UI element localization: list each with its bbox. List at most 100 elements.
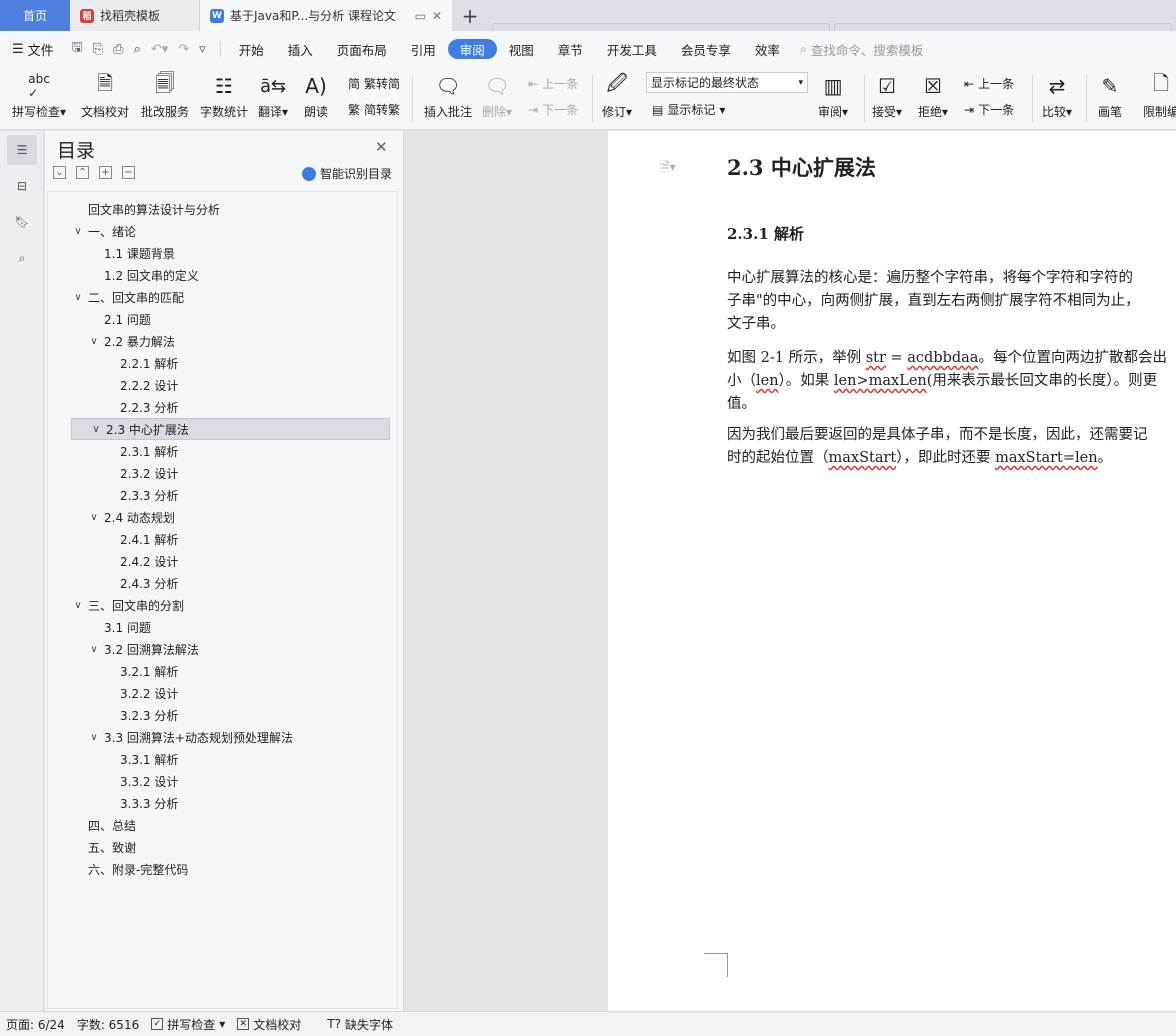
menu-section[interactable]: 章节	[546, 39, 595, 59]
page-icon[interactable]: 🗎▾	[660, 158, 676, 179]
toc-item[interactable]: 回文串的算法设计与分析	[70, 198, 390, 220]
menu-efficiency[interactable]: 效率	[743, 39, 792, 59]
close-tab-icon[interactable]: ✕	[432, 9, 442, 23]
toc-item[interactable]: ∨ 3.3 回溯算法+动态规划预处理解法	[70, 726, 390, 748]
prev-comment-button[interactable]: ⇤ 上一条	[528, 75, 578, 92]
read-aloud-button[interactable]: A) 朗读	[304, 71, 328, 120]
compare-button[interactable]: ⇄ 比较▾	[1042, 71, 1072, 120]
toc-item[interactable]: 四、总结	[70, 814, 390, 836]
translate-button[interactable]: ā⇆ 翻译▾	[258, 71, 288, 120]
menu-view[interactable]: 视图	[497, 39, 546, 59]
toc-item[interactable]: 3.2.2 设计	[70, 682, 390, 704]
doc-proof-button[interactable]: 🗎 文档校对	[81, 71, 129, 120]
toc-item[interactable]: ∨ 2.2 暴力解法	[70, 330, 390, 352]
toc-item[interactable]: 3.3.2 设计	[70, 770, 390, 792]
menu-page-layout[interactable]: 页面布局	[325, 39, 399, 59]
pen-button[interactable]: ✎ 画笔	[1098, 71, 1122, 120]
toc-item[interactable]: ∨ 2.3 中心扩展法	[71, 418, 390, 440]
toc-item[interactable]: 2.2.3 分析	[70, 396, 390, 418]
toc-item[interactable]: 五、致谢	[70, 836, 390, 858]
review-pane-button[interactable]: ▥ 审阅▾	[818, 71, 848, 120]
toc-item[interactable]: 2.3.1 解析	[70, 440, 390, 462]
simp-to-trad-button[interactable]: 繁 简转繁	[348, 101, 400, 118]
chevron-down-icon[interactable]: ∨	[70, 292, 86, 303]
print-preview-icon[interactable]: ⌕	[134, 42, 141, 57]
chevron-down-icon[interactable]: ∨	[70, 600, 86, 611]
tab-home[interactable]: 首页	[0, 0, 70, 31]
print-icon[interactable]: ⎙	[113, 42, 123, 57]
correction-service-button[interactable]: 🗐 批改服务	[141, 71, 189, 120]
chevron-down-icon[interactable]: ∨	[70, 226, 86, 237]
toc-item[interactable]: 六、附录-完整代码	[70, 858, 390, 880]
toc-item[interactable]: 2.2.2 设计	[70, 374, 390, 396]
collapse-all-icon[interactable]: ⌃	[76, 166, 89, 179]
toc-item[interactable]: 3.3.3 分析	[70, 792, 390, 814]
toc-item[interactable]: 3.3.1 解析	[70, 748, 390, 770]
chapter-nav-icon[interactable]: ⊟	[7, 171, 37, 201]
search-icon[interactable]: ⌕	[7, 243, 37, 273]
new-tab-button[interactable]: +	[452, 0, 488, 31]
doc-proof-status[interactable]: ✕ 文档校对	[231, 1016, 307, 1033]
redo-icon[interactable]: ↷	[178, 42, 189, 57]
expand-all-icon[interactable]: ⌄	[53, 166, 66, 179]
file-menu-button[interactable]: ☰ 文件	[12, 40, 64, 59]
spell-check-button[interactable]: abc ✓ 拼写检查▾	[12, 71, 66, 120]
toc-item[interactable]: 2.4.3 分析	[70, 572, 390, 594]
toc-item[interactable]: ∨ 3.2 回溯算法解法	[70, 638, 390, 660]
tab-template[interactable]: 稻 找稻壳模板	[70, 0, 200, 31]
tab-document[interactable]: W 基于Java和P...与分析 课程论文 ▭ ✕	[200, 0, 452, 31]
menu-developer[interactable]: 开发工具	[595, 39, 669, 59]
promote-icon[interactable]: +	[99, 166, 112, 179]
track-changes-button[interactable]: 🖉 修订▾	[602, 71, 632, 120]
command-search[interactable]: ⌕ 查找命令、搜索模板	[792, 40, 924, 59]
chevron-down-icon[interactable]: ∨	[86, 512, 102, 523]
toc-item[interactable]: 1.1 课题背景	[70, 242, 390, 264]
display-state-select[interactable]: 显示标记的最终状态 ▾	[646, 72, 808, 93]
smart-toc-button[interactable]: 智能识别目录	[302, 165, 392, 182]
next-comment-button[interactable]: ⇥ 下一条	[528, 101, 578, 118]
word-count-indicator[interactable]: 字数: 6516	[71, 1016, 145, 1033]
reject-button[interactable]: ☒ 拒绝▾	[918, 71, 948, 120]
chevron-down-icon[interactable]: ∨	[86, 336, 102, 347]
show-markup-button[interactable]: ▤ 显示标记 ▾	[652, 101, 725, 118]
toc-item[interactable]: 2.4.2 设计	[70, 550, 390, 572]
close-icon[interactable]: ✕	[375, 138, 388, 156]
next-change-button[interactable]: ⇥ 下一条	[964, 101, 1014, 118]
chevron-down-icon[interactable]: ∨	[88, 424, 104, 435]
missing-font-status[interactable]: T? 缺失字体	[321, 1016, 399, 1033]
toc-item[interactable]: 2.3.3 分析	[70, 484, 390, 506]
spell-check-status[interactable]: ✓ 拼写检查 ▾	[145, 1016, 231, 1033]
toc-item[interactable]: ∨ 2.4 动态规划	[70, 506, 390, 528]
toc-item[interactable]: 2.3.2 设计	[70, 462, 390, 484]
trad-to-simp-button[interactable]: 简 繁转简	[348, 75, 400, 92]
toc-item[interactable]: 3.1 问题	[70, 616, 390, 638]
toc-item[interactable]: 1.2 回文串的定义	[70, 264, 390, 286]
bookmark-icon[interactable]: 🔖︎	[7, 207, 37, 237]
chevron-down-icon[interactable]: ∨	[86, 732, 102, 743]
document-page[interactable]: 🗎▾ 2.3 中心扩展法 2.3.1 解析 中心扩展算法的核心是：遍历整个字符串…	[608, 131, 1176, 1011]
menu-member[interactable]: 会员专享	[669, 39, 743, 59]
toc-item[interactable]: ∨ 一、绪论	[70, 220, 390, 242]
toc-item[interactable]: ∨ 三、回文串的分割	[70, 594, 390, 616]
prev-change-button[interactable]: ⇤ 上一条	[964, 75, 1014, 92]
customize-toolbar-icon[interactable]: ▿	[199, 42, 206, 57]
toc-pane-icon[interactable]: ☰	[7, 135, 37, 165]
toc-item[interactable]: ∨ 二、回文串的匹配	[70, 286, 390, 308]
toc-item[interactable]: 2.2.1 解析	[70, 352, 390, 374]
page-indicator[interactable]: 页面: 6/24	[0, 1016, 71, 1033]
toc-item[interactable]: 2.1 问题	[70, 308, 390, 330]
export-pdf-icon[interactable]: ⎘	[93, 42, 103, 57]
undo-icon[interactable]: ↶▾	[151, 42, 168, 57]
delete-comment-button[interactable]: 🗨 删除▾	[482, 71, 512, 120]
accept-button[interactable]: ☑ 接受▾	[872, 71, 902, 120]
menu-start[interactable]: 开始	[227, 39, 276, 59]
menu-review[interactable]: 审阅	[447, 39, 497, 59]
menu-references[interactable]: 引用	[399, 39, 448, 59]
chevron-down-icon[interactable]: ∨	[86, 644, 102, 655]
word-count-button[interactable]: ☷ 字数统计	[200, 71, 248, 120]
save-icon[interactable]: 🖫	[72, 38, 83, 60]
menu-insert[interactable]: 插入	[276, 39, 325, 59]
insert-comment-button[interactable]: 🗨 插入批注	[424, 71, 472, 120]
pin-icon[interactable]: ▭	[415, 9, 426, 23]
toc-item[interactable]: 3.2.1 解析	[70, 660, 390, 682]
